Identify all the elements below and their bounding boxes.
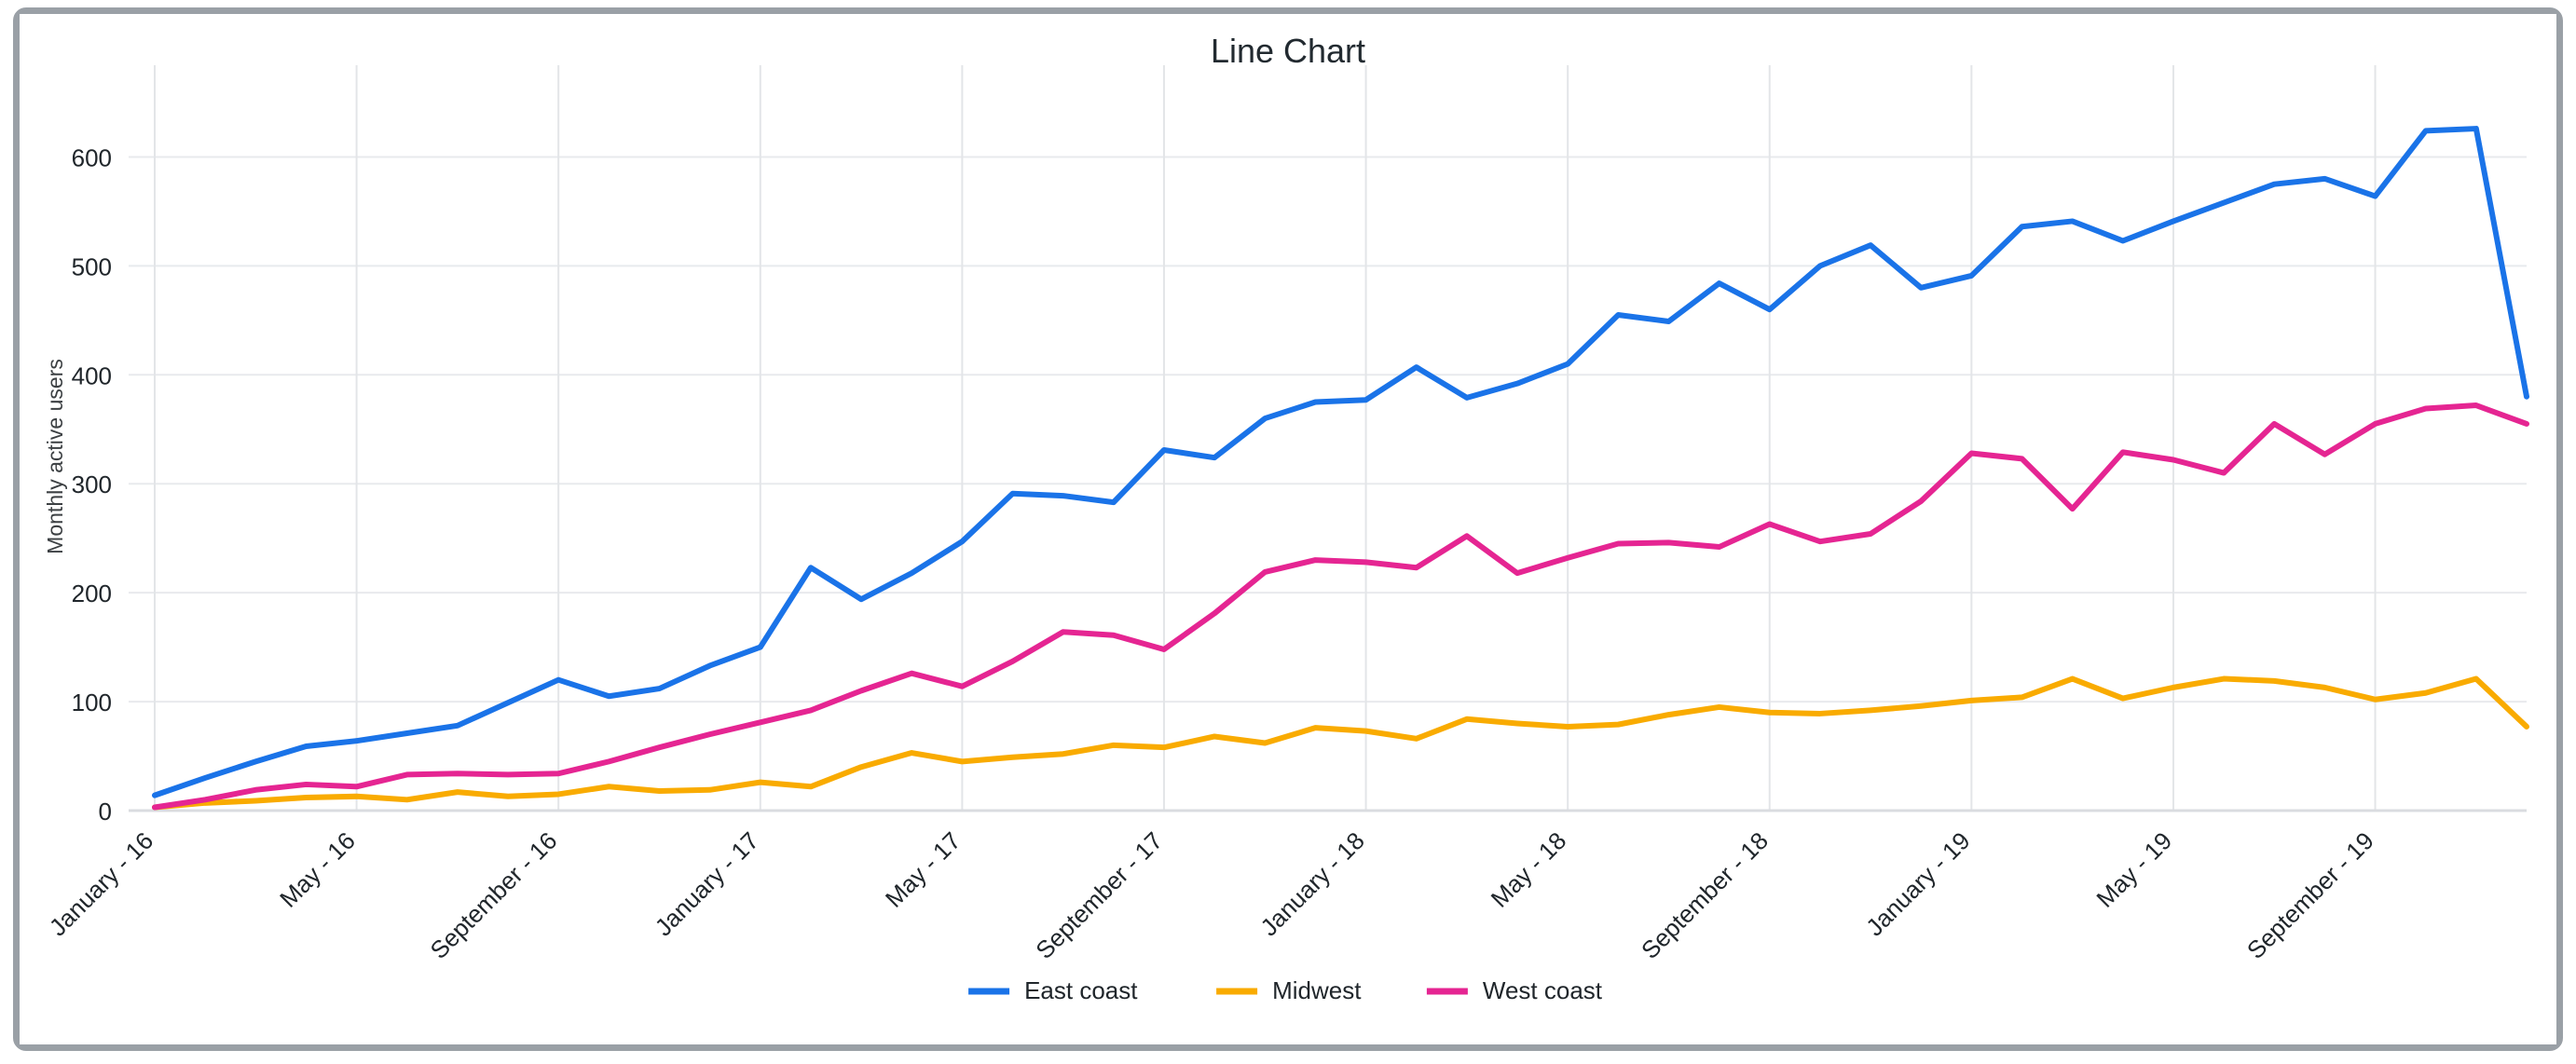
legend-label: Midwest <box>1272 976 1362 1004</box>
chart-legend[interactable]: East coast Midwest West coast <box>968 976 1603 1004</box>
legend-label: West coast <box>1483 976 1603 1004</box>
chart-window: Line Chart 0 100 200 300 400 500 600 January -… <box>13 7 2563 1051</box>
y-axis-tick-label: 0 <box>99 798 112 825</box>
y-axis-tick-label: 300 <box>72 471 112 498</box>
y-axis-title: Monthly active users <box>43 359 67 554</box>
chart-title: Line Chart <box>1211 32 1365 70</box>
y-axis-tick-label: 600 <box>72 143 112 171</box>
legend-label: East coast <box>1024 976 1138 1004</box>
y-axis-tick-label: 500 <box>72 252 112 280</box>
y-axis-tick-label: 400 <box>72 361 112 389</box>
line-chart-canvas[interactable]: Line Chart 0100200300400500600 January -… <box>20 14 2556 1044</box>
y-axis-tick-label: 100 <box>72 689 112 716</box>
y-axis-tick-label: 200 <box>72 580 112 607</box>
